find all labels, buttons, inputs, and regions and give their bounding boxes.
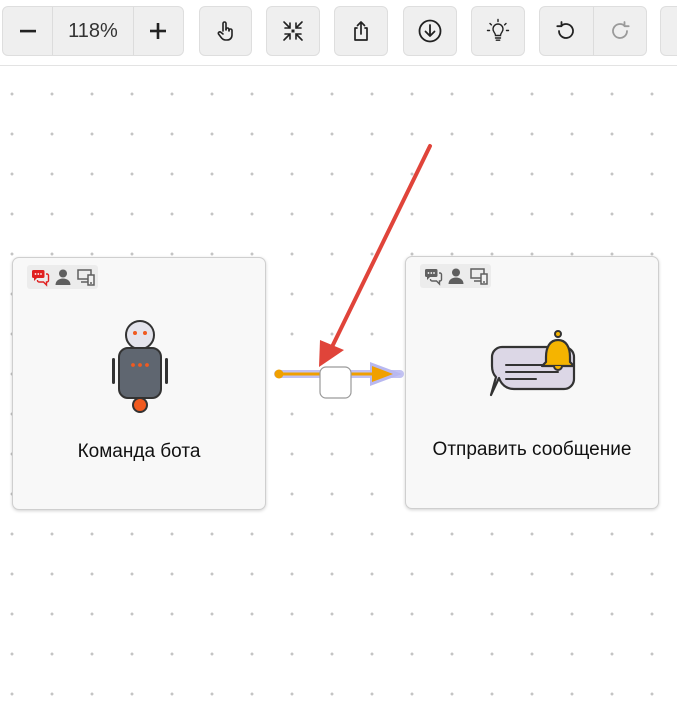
connection-start-dot[interactable] xyxy=(274,369,284,379)
connector-layer xyxy=(274,362,404,399)
connection-handle[interactable] xyxy=(319,366,352,399)
